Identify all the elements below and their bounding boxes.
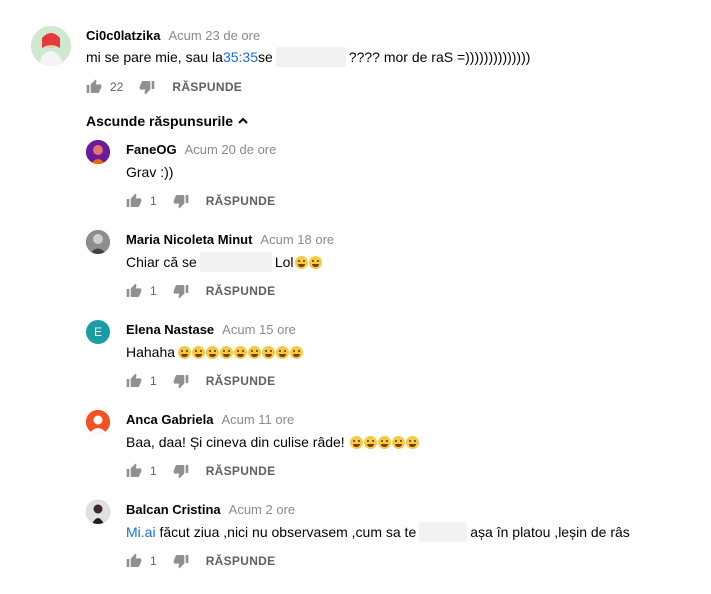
redacted-text <box>275 47 346 67</box>
laughing-emoji-icon <box>349 435 363 449</box>
comment-text: Baa, daa! Și cineva din culise râde! <box>126 432 419 452</box>
avatar-image <box>86 140 110 164</box>
thumbs-down-icon[interactable] <box>173 193 189 209</box>
thumbs-down-icon[interactable] <box>173 553 189 569</box>
comment-text-start: făcut ziua ,nici nu observasem ,cum sa t… <box>155 524 417 540</box>
laughing-emoji-icon <box>234 345 248 359</box>
laughing-emoji-icon <box>248 345 262 359</box>
comment-author[interactable]: Elena Nastase <box>126 322 214 337</box>
laughing-emoji-icon <box>308 255 322 269</box>
laughing-emoji-icon <box>276 345 290 359</box>
like-count: 22 <box>110 80 124 94</box>
redacted-text <box>199 252 272 272</box>
timestamp-link[interactable]: 35:35 <box>223 49 258 65</box>
comment-author[interactable]: Maria Nicoleta Minut <box>126 232 252 247</box>
comment-time[interactable]: Acum 23 de ore <box>168 28 260 43</box>
default-avatar-icon <box>86 410 110 434</box>
laughing-emoji-icon <box>178 345 192 359</box>
comment-text: Mi.ai făcut ziua ,nici nu observasem ,cu… <box>126 522 630 542</box>
avatar[interactable] <box>86 410 110 434</box>
comment-text-start: Chiar că se <box>126 254 197 270</box>
avatar-letter: E <box>93 325 102 339</box>
avatar-image <box>86 230 110 254</box>
reply-button[interactable]: RĂSPUNDE <box>206 554 276 568</box>
reply-button[interactable]: RĂSPUNDE <box>206 374 276 388</box>
avatar[interactable] <box>86 140 110 164</box>
comment-time[interactable]: Acum 20 de ore <box>185 142 277 157</box>
thumbs-down-icon[interactable] <box>173 373 189 389</box>
redacted-text <box>419 522 468 542</box>
laughing-emoji-icon <box>262 345 276 359</box>
comment-text-end: Lol <box>274 254 294 270</box>
thumbs-up-icon[interactable] <box>126 553 142 569</box>
comment-text-end: ???? mor de raS =)))))))))))))) <box>348 49 531 65</box>
hide-replies-label: Ascunde răspunsurile <box>86 113 234 129</box>
avatar[interactable] <box>31 26 71 66</box>
laughing-emoji-icon <box>294 255 308 269</box>
laughing-emoji-icon <box>220 345 234 359</box>
chevron-up-icon <box>237 115 249 127</box>
thumbs-up-icon[interactable] <box>126 193 142 209</box>
thumbs-up-icon[interactable] <box>126 373 142 389</box>
thumbs-down-icon[interactable] <box>173 283 189 299</box>
comment-text-mid: se <box>258 49 273 65</box>
comment-author[interactable]: Ci0c0latzika <box>86 28 160 43</box>
comment-time[interactable]: Acum 11 ore <box>221 412 294 427</box>
reply-button[interactable]: RĂSPUNDE <box>206 464 276 478</box>
comment-author[interactable]: Anca Gabriela <box>126 412 213 427</box>
avatar[interactable]: E <box>86 320 110 344</box>
like-count: 1 <box>150 374 157 388</box>
comment-time[interactable]: Acum 18 ore <box>260 232 334 247</box>
thumbs-down-icon[interactable] <box>139 79 155 95</box>
reply-button[interactable]: RĂSPUNDE <box>206 284 276 298</box>
comment-text-start: Baa, daa! Și cineva din culise râde! <box>126 434 345 450</box>
comment-text: mi se pare mie, sau la 35:35 se ???? mor… <box>86 47 530 67</box>
reply-button[interactable]: RĂSPUNDE <box>172 80 242 94</box>
like-count: 1 <box>150 554 157 568</box>
thumbs-up-icon[interactable] <box>86 79 102 95</box>
like-count: 1 <box>150 464 157 478</box>
thumbs-up-icon[interactable] <box>126 283 142 299</box>
avatar[interactable] <box>86 230 110 254</box>
thumbs-down-icon[interactable] <box>173 463 189 479</box>
comment-author[interactable]: FaneOG <box>126 142 177 157</box>
avatar-image <box>31 26 71 66</box>
comment-text-end: așa în platou ,leșin de râs <box>470 524 630 540</box>
reply-button[interactable]: RĂSPUNDE <box>206 194 276 208</box>
hide-replies-toggle[interactable]: Ascunde răspunsurile <box>86 113 249 129</box>
comment-time[interactable]: Acum 15 ore <box>222 322 296 337</box>
laughing-emoji-icon <box>377 435 391 449</box>
laughing-emoji-icon <box>363 435 377 449</box>
laughing-emoji-icon <box>290 345 304 359</box>
like-count: 1 <box>150 284 157 298</box>
comment-text-start: mi se pare mie, sau la <box>86 49 223 65</box>
avatar-image <box>86 500 110 524</box>
comment-time[interactable]: Acum 2 ore <box>229 502 295 517</box>
laughing-emoji-icon <box>405 435 419 449</box>
thumbs-up-icon[interactable] <box>126 463 142 479</box>
comment-author[interactable]: Balcan Cristina <box>126 502 221 517</box>
laughing-emoji-icon <box>391 435 405 449</box>
comment-text-start: Hahaha <box>126 344 176 360</box>
comment-text: Grav :)) <box>126 164 174 180</box>
laughing-emoji-icon <box>192 345 206 359</box>
comment-text: Chiar că se Lol <box>126 252 322 272</box>
comment-text: Hahaha <box>126 342 304 362</box>
mention-link[interactable]: Mi.ai <box>126 524 156 540</box>
like-count: 1 <box>150 194 157 208</box>
laughing-emoji-icon <box>206 345 220 359</box>
avatar[interactable] <box>86 500 110 524</box>
